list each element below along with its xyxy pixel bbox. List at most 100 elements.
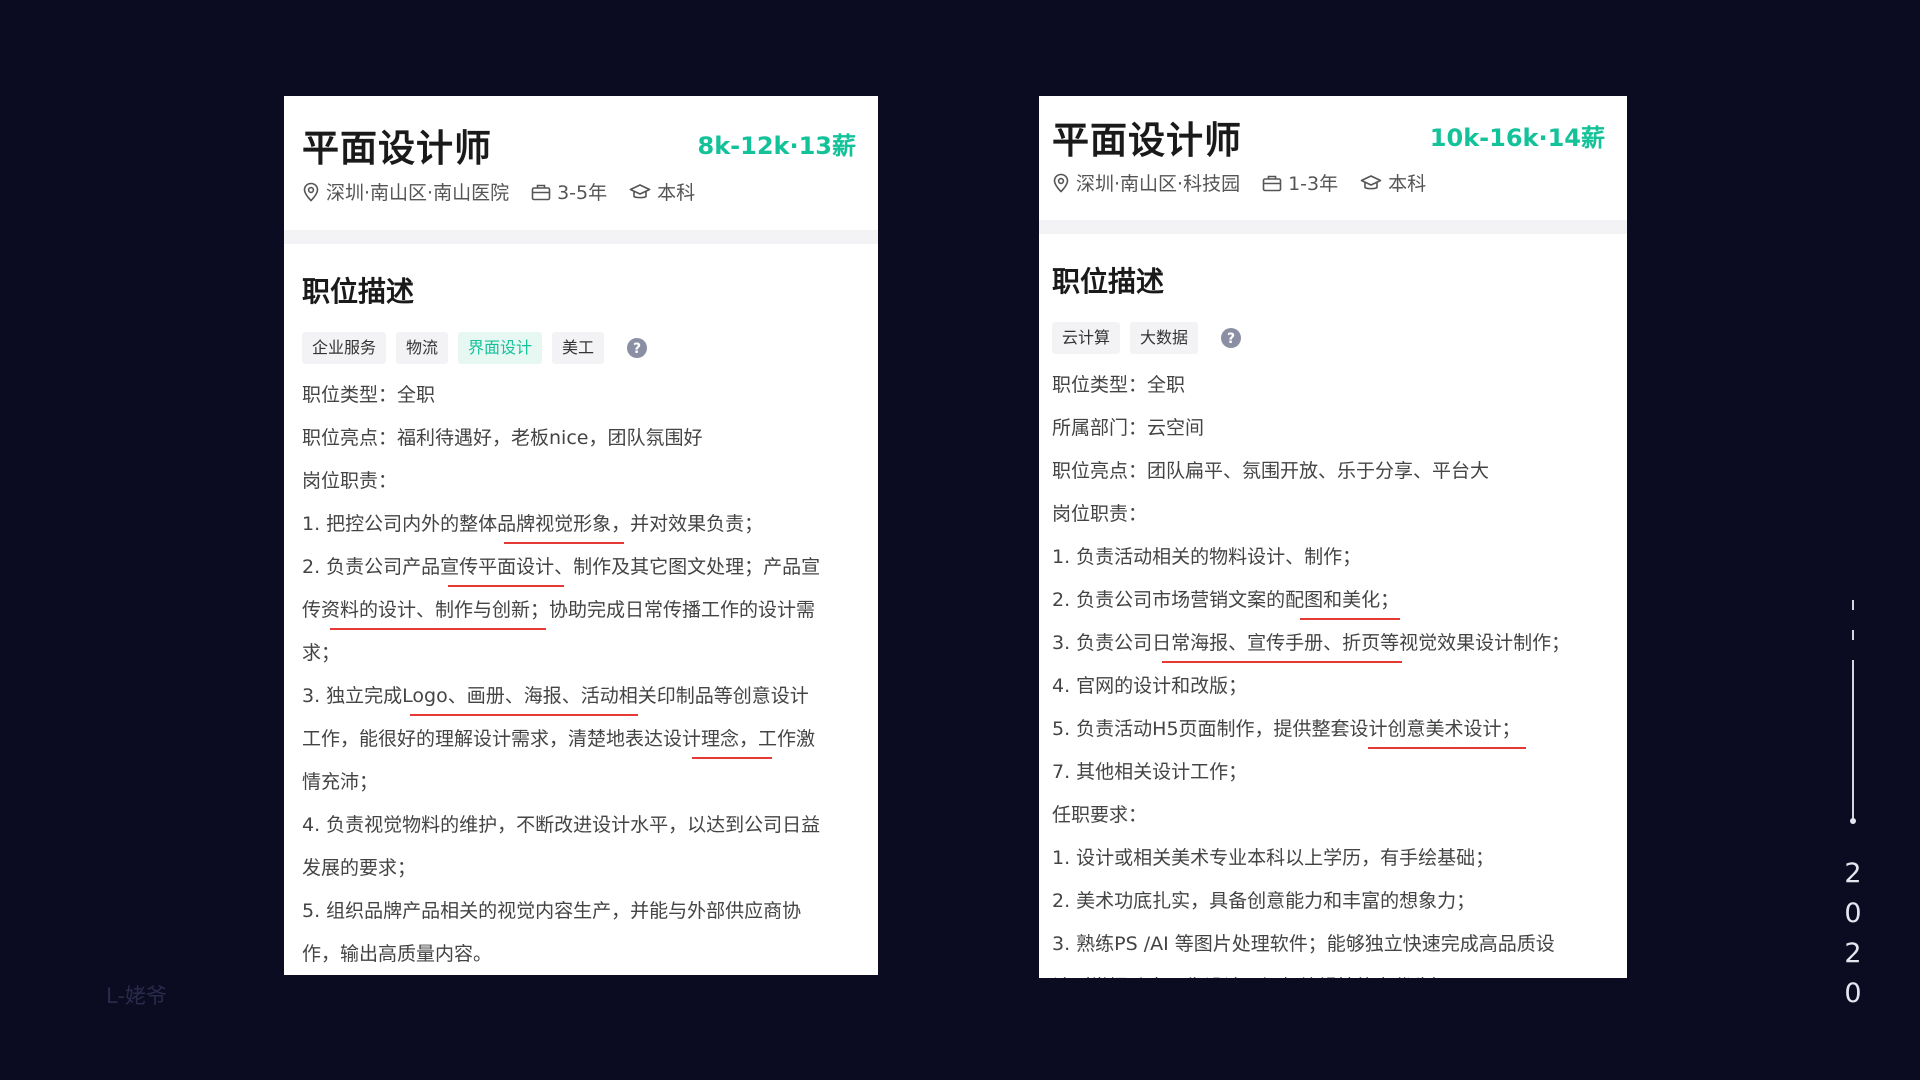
job-card-left[interactable]: 平面设计师 8k-12k·13薪 深圳·南山区·南山医院 3-5年 本科 职位描…	[284, 96, 878, 975]
desc-line: 2. 美术功底扎实，具备创意能力和丰富的想象力；	[1052, 890, 1476, 912]
desc-line: 岗位职责：	[302, 470, 398, 492]
desc-line: 1. 负责活动相关的物料设计、制作；	[1052, 546, 1362, 568]
section-title: 职位描述	[1052, 265, 1165, 298]
desc-line: 传资料的设计、制作与创新；协助完成日常传播工作的设计需	[302, 589, 867, 632]
desc-line: 职位类型：全职	[1052, 374, 1186, 396]
briefcase-icon	[531, 184, 551, 200]
desc-line: 3. 负责公司日常海报、宣传手册、折页等视觉效果设计制作；	[1052, 622, 1617, 665]
location-text: 深圳·南山区·南山医院	[326, 182, 510, 204]
highlight-underline	[1162, 661, 1402, 663]
desc-line: 5. 组织品牌产品相关的视觉内容生产，并能与外部供应商协	[302, 900, 802, 922]
desc-line: 所属部门：云空间	[1052, 417, 1205, 439]
job-meta: 深圳·南山区·科技园 1-3年 本科	[1052, 169, 1448, 196]
meta-experience: 1-3年	[1262, 169, 1338, 196]
desc-line: 3. 熟练PS /AI 等图片处理软件；能够独立快速完成高品质设	[1052, 933, 1555, 955]
highlight-underline	[410, 714, 638, 716]
tag-list: 云计算 大数据 ?	[1052, 322, 1627, 354]
desc-line: 职位类型：全职	[302, 384, 436, 406]
section-divider	[1039, 220, 1627, 234]
svg-text:?: ?	[633, 341, 641, 357]
tag[interactable]: 物流	[396, 332, 449, 364]
year-digit: 0	[1844, 898, 1862, 929]
graduation-cap-icon	[629, 183, 651, 198]
desc-line: 职位亮点：团队扁平、氛围开放、乐于分享、平台大	[1052, 460, 1490, 482]
desc-line: 任职要求：	[1052, 804, 1148, 826]
job-title: 平面设计师	[302, 127, 492, 170]
tag[interactable]: 美工	[552, 332, 605, 364]
meta-location: 深圳·南山区·科技园	[1052, 169, 1240, 196]
tag[interactable]: 云计算	[1052, 322, 1121, 354]
experience-text: 1-3年	[1288, 173, 1339, 195]
desc-line: 5. 负责活动H5页面制作，提供整套设计创意美术设计；	[1052, 708, 1617, 751]
highlight-underline	[1300, 618, 1400, 620]
meta-location: 深圳·南山区·南山医院	[302, 178, 509, 205]
svg-text:?: ?	[1227, 331, 1235, 347]
education-text: 本科	[657, 182, 696, 204]
desc-line: 1. 把控公司内外的整体品牌视觉形象，并对效果负责；	[302, 503, 867, 546]
job-description: 职位类型：全职 所属部门：云空间 职位亮点：团队扁平、氛围开放、乐于分享、平台大…	[1052, 364, 1617, 978]
author-watermark: L-姥爷	[106, 984, 167, 1008]
highlight-underline	[1368, 747, 1526, 749]
desc-line-text: 3. 独立完成Logo、画册、海报、活动相关印制品等创意设计	[302, 685, 809, 707]
salary: 10k-16k·14薪	[1429, 124, 1605, 152]
desc-line: 4. 负责视觉物料的维护，不断改进设计水平，以达到公司日益	[302, 814, 821, 836]
timeline-line	[1852, 660, 1854, 820]
desc-line: 7. 其他相关设计工作；	[1052, 761, 1248, 783]
desc-line-text: 1. 把控公司内外的整体品牌视觉形象，并对效果负责；	[302, 513, 764, 535]
tag-list: 企业服务 物流 界面设计 美工 ?	[302, 332, 878, 364]
meta-education: 本科	[629, 178, 695, 205]
job-header: 平面设计师 8k-12k·13薪 深圳·南山区·南山医院 3-5年 本科	[284, 96, 878, 230]
tag[interactable]: 大数据	[1130, 322, 1199, 354]
desc-line-text: 传资料的设计、制作与创新；协助完成日常传播工作的设计需	[302, 599, 816, 621]
question-icon[interactable]: ?	[626, 337, 648, 359]
job-card-right[interactable]: 平面设计师 10k-16k·14薪 深圳·南山区·科技园 1-3年 本科 职位描…	[1039, 96, 1627, 978]
location-pin-icon	[303, 182, 319, 202]
desc-line: 4. 官网的设计和改版；	[1052, 675, 1248, 697]
tag[interactable]: 企业服务	[302, 332, 387, 364]
highlight-underline	[448, 585, 564, 587]
desc-line: 求；	[302, 642, 341, 664]
job-title: 平面设计师	[1052, 119, 1242, 162]
desc-line-text: 2. 负责公司市场营销文案的配图和美化；	[1052, 589, 1400, 611]
desc-line: 2. 负责公司产品宣传平面设计、制作及其它图文处理；产品宣	[302, 546, 867, 589]
year-digit: 2	[1844, 938, 1862, 969]
desc-line-text: 2. 负责公司产品宣传平面设计、制作及其它图文处理；产品宣	[302, 556, 821, 578]
graduation-cap-icon	[1360, 174, 1382, 189]
meta-experience: 3-5年	[531, 178, 607, 205]
desc-line-text: 5. 负责活动H5页面制作，提供整套设计创意美术设计；	[1052, 718, 1521, 740]
year-vertical: 2 0 2 0	[1842, 854, 1864, 1014]
job-description: 职位类型：全职 职位亮点：福利待遇好，老板nice，团队氛围好 岗位职责： 1.…	[302, 374, 867, 975]
year-digit: 0	[1844, 978, 1862, 1009]
job-header: 平面设计师 10k-16k·14薪 深圳·南山区·科技园 1-3年 本科	[1039, 96, 1627, 220]
desc-line: 职位亮点：福利待遇好，老板nice，团队氛围好	[302, 427, 703, 449]
job-meta: 深圳·南山区·南山医院 3-5年 本科	[302, 178, 717, 205]
desc-line-text: 工作，能很好的理解设计需求，清楚地表达设计理念，工作激	[302, 728, 816, 750]
desc-line: 岗位职责：	[1052, 503, 1148, 525]
desc-line-text: 3. 负责公司日常海报、宣传手册、折页等视觉效果设计制作；	[1052, 632, 1571, 654]
location-pin-icon	[1053, 173, 1069, 193]
highlight-underline	[692, 757, 772, 759]
desc-line: 情充沛；	[302, 771, 379, 793]
meta-education: 本科	[1360, 169, 1426, 196]
year-digit: 2	[1844, 858, 1862, 889]
highlight-underline	[330, 628, 546, 630]
location-text: 深圳·南山区·科技园	[1076, 173, 1241, 195]
desc-line: 发展的要求；	[302, 857, 417, 879]
desc-line: 计（掌握动态图像设计、视频编辑技能者优先）	[1052, 966, 1617, 978]
briefcase-icon	[1262, 175, 1282, 191]
timeline-dot	[1850, 818, 1856, 824]
question-icon[interactable]: ?	[1220, 327, 1242, 349]
desc-line: 1. 设计或相关美术专业本科以上学历，有手绘基础；	[1052, 847, 1495, 869]
desc-line: 作，输出高质量内容。	[302, 943, 493, 965]
tag-active[interactable]: 界面设计	[458, 332, 543, 364]
desc-line: 2. 负责公司市场营销文案的配图和美化；	[1052, 579, 1617, 622]
timeline-tick	[1852, 600, 1854, 610]
section-title: 职位描述	[302, 275, 415, 308]
education-text: 本科	[1388, 173, 1427, 195]
timeline-tick	[1852, 630, 1854, 640]
salary: 8k-12k·13薪	[697, 132, 857, 160]
highlight-underline	[504, 542, 624, 544]
desc-line: 3. 独立完成Logo、画册、海报、活动相关印制品等创意设计	[302, 675, 867, 718]
experience-text: 3-5年	[557, 182, 608, 204]
timeline-bar	[1850, 596, 1856, 830]
